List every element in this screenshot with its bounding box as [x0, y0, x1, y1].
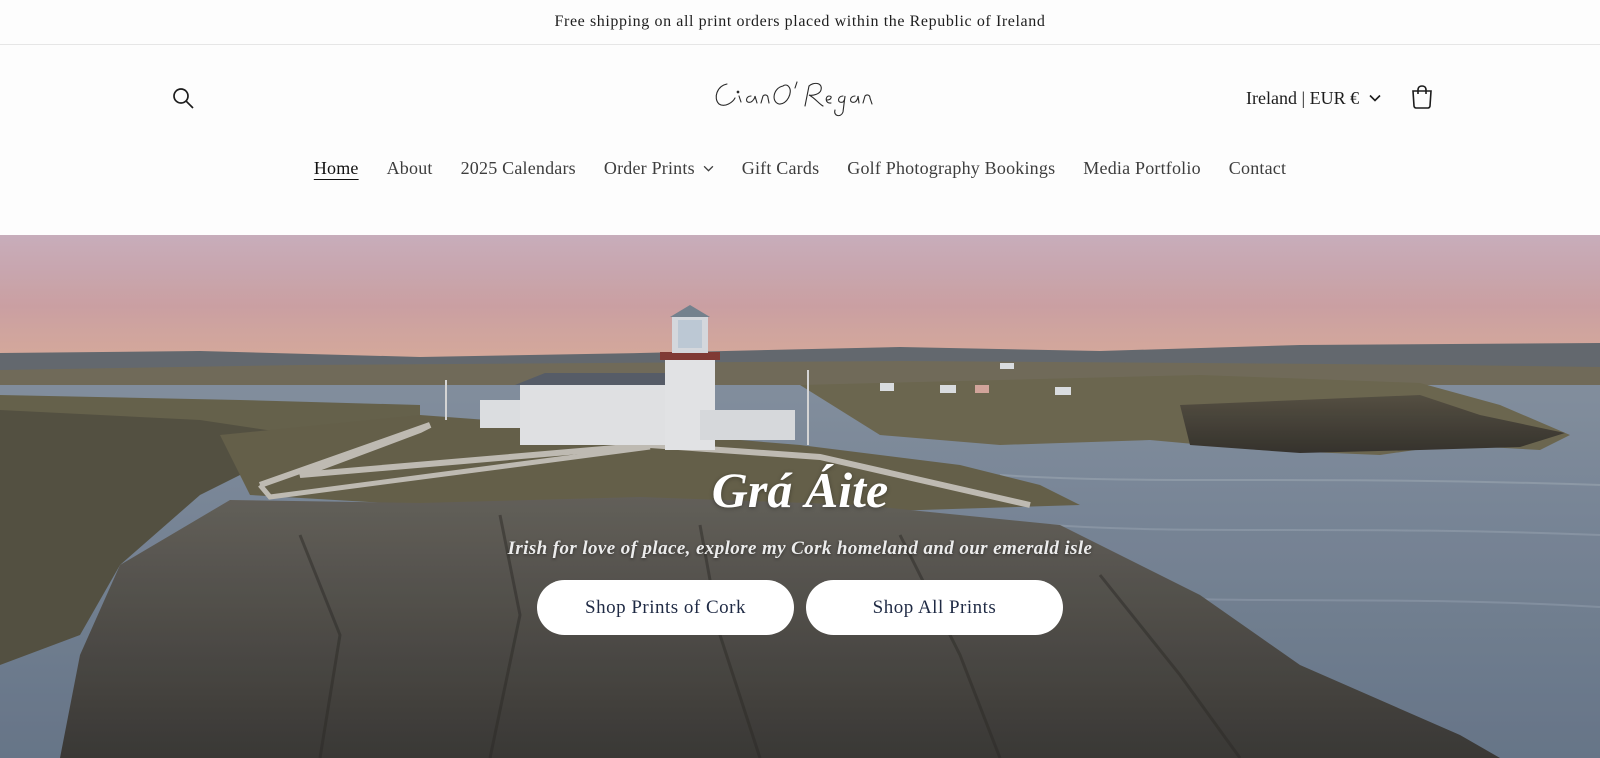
hero-content: Grá Áite Irish for love of place, explor…: [0, 463, 1600, 635]
nav-item-label: 2025 Calendars: [460, 157, 576, 178]
nav-item-media-portfolio[interactable]: Media Portfolio: [1083, 158, 1201, 179]
hero-banner: Grá Áite Irish for love of place, explor…: [0, 235, 1600, 758]
announcement-bar: Free shipping on all print orders placed…: [0, 0, 1600, 45]
nav-item-home[interactable]: Home: [314, 158, 359, 179]
nav-item-label: Media Portfolio: [1083, 157, 1201, 178]
nav-item-order-prints[interactable]: Order Prints: [604, 158, 714, 179]
cart-button[interactable]: [1406, 81, 1438, 113]
signature-logo: [715, 81, 873, 117]
nav-item-2025-calendars[interactable]: 2025 Calendars: [461, 158, 576, 179]
shop-prints-of-cork-button[interactable]: Shop Prints of Cork: [537, 580, 794, 635]
nav-item-label: Order Prints: [603, 157, 695, 178]
nav-item-contact[interactable]: Contact: [1229, 158, 1286, 179]
hero-title: Grá Áite: [711, 462, 889, 518]
hero-subtitle: Irish for love of place, explore my Cork…: [507, 538, 1093, 559]
country-currency-selector[interactable]: Ireland | EUR €: [1246, 83, 1381, 113]
chevron-down-icon: [703, 165, 714, 172]
search-button[interactable]: [168, 83, 198, 113]
nav-item-label: Gift Cards: [741, 157, 820, 178]
nav-item-gift-cards[interactable]: Gift Cards: [742, 158, 820, 179]
chevron-down-icon: [1369, 94, 1381, 102]
site-logo[interactable]: [700, 65, 900, 127]
locale-label: Ireland | EUR €: [1246, 87, 1360, 108]
nav-item-label: Golf Photography Bookings: [847, 157, 1056, 178]
nav-item-label: About: [386, 157, 433, 178]
site-header: Ireland | EUR € Home About 2025 Calendar…: [0, 45, 1600, 235]
announcement-text: Free shipping on all print orders placed…: [554, 13, 1046, 30]
nav-item-about[interactable]: About: [387, 158, 433, 179]
search-icon: [173, 88, 194, 109]
shop-all-prints-button[interactable]: Shop All Prints: [806, 580, 1063, 635]
nav-item-label: Contact: [1228, 157, 1287, 178]
cart-icon: [1412, 85, 1432, 109]
hero-buttons: Shop Prints of Cork Shop All Prints: [537, 580, 1063, 635]
nav-item-golf-photography-bookings[interactable]: Golf Photography Bookings: [847, 158, 1055, 179]
nav-item-label: Home: [313, 157, 359, 178]
main-navigation: Home About 2025 Calendars Order Prints G…: [0, 150, 1600, 186]
